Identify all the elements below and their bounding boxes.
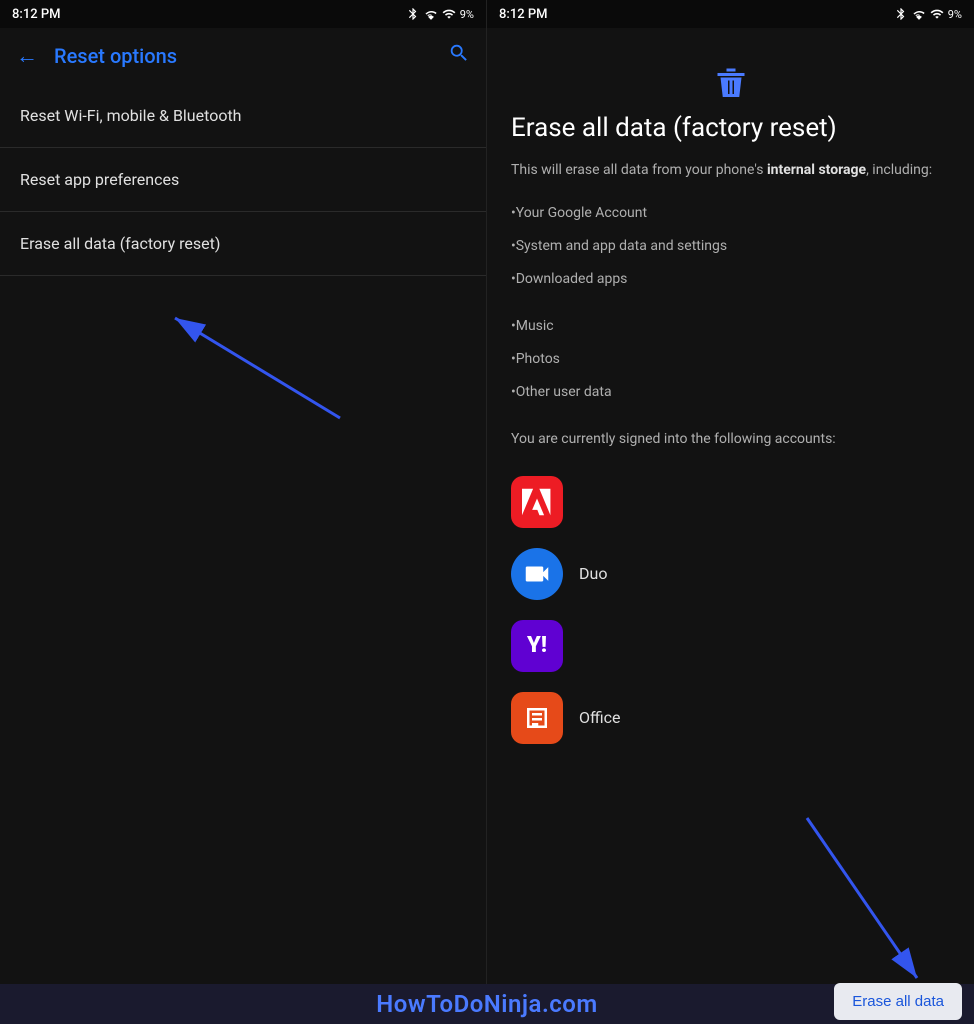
office-label: Office <box>579 708 621 727</box>
watermark: HowToDoNinja.com <box>376 990 597 1018</box>
right-panel[interactable]: Erase all data (factory reset) This will… <box>487 28 974 984</box>
yahoo-icon: Y! <box>511 620 563 672</box>
right-content: Erase all data (factory reset) This will… <box>487 28 974 754</box>
duo-icon <box>511 548 563 600</box>
account-office: Office <box>511 682 950 754</box>
status-icons-left: 9% <box>406 7 474 21</box>
status-bar-left: 8:12 PM 9% <box>0 0 487 28</box>
account-adobe <box>511 466 950 538</box>
time-left: 8:12 PM <box>12 7 61 22</box>
panels-wrapper: ← Reset options Reset Wi-Fi, mobile & Bl… <box>0 28 974 984</box>
trash-icon <box>511 48 950 112</box>
left-panel: ← Reset options Reset Wi-Fi, mobile & Bl… <box>0 28 487 984</box>
status-bar-right: 8:12 PM 9% <box>487 0 974 28</box>
office-icon <box>511 692 563 744</box>
bullet-apps: •Downloaded apps <box>511 263 950 296</box>
battery-left: 9% <box>460 8 474 21</box>
bottom-bar: HowToDoNinja.com Erase all data <box>0 984 974 1024</box>
account-duo: Duo <box>511 538 950 610</box>
bullet-system: •System and app data and settings <box>511 230 950 263</box>
duo-label: Duo <box>579 564 607 583</box>
bullet-list: •Your Google Account •System and app dat… <box>511 197 950 409</box>
erase-description: This will erase all data from your phone… <box>511 160 950 181</box>
bullet-music: •Music <box>511 310 950 343</box>
menu-item-wifi[interactable]: Reset Wi-Fi, mobile & Bluetooth <box>0 84 486 148</box>
adobe-icon <box>511 476 563 528</box>
erase-all-data-button[interactable]: Erase all data <box>834 983 962 1020</box>
status-bars: 8:12 PM 9% 8:12 PM 9% <box>0 0 974 28</box>
back-button[interactable]: ← <box>16 43 38 69</box>
menu-item-factory-reset[interactable]: Erase all data (factory reset) <box>0 212 486 276</box>
toolbar: ← Reset options <box>0 28 486 84</box>
bullet-photos: •Photos <box>511 343 950 376</box>
page-title: Reset options <box>54 44 432 68</box>
erase-title: Erase all data (factory reset) <box>511 112 950 146</box>
account-yahoo: Y! <box>511 610 950 682</box>
status-icons-right: 9% <box>894 7 962 21</box>
menu-item-app-prefs[interactable]: Reset app preferences <box>0 148 486 212</box>
bullet-userdata: •Other user data <box>511 376 950 409</box>
time-right: 8:12 PM <box>499 7 548 22</box>
search-icon[interactable] <box>448 42 470 70</box>
battery-right: 9% <box>948 8 962 21</box>
signed-in-text: You are currently signed into the follow… <box>511 429 950 450</box>
bullet-google: •Your Google Account <box>511 197 950 230</box>
